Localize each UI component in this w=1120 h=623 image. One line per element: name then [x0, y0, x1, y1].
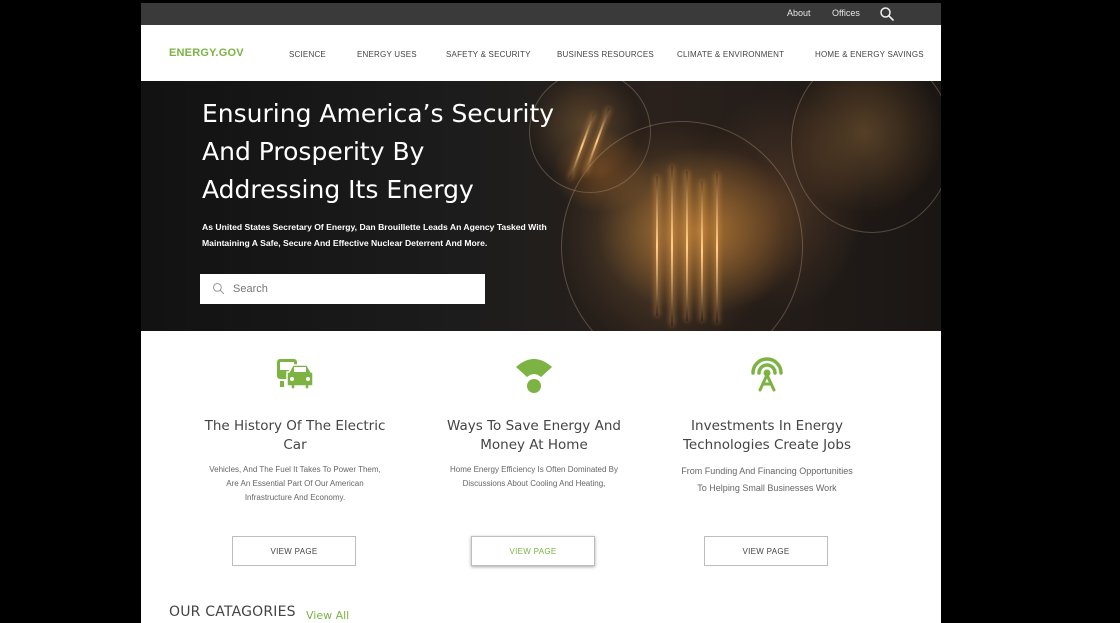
- card-description: Home Energy Efficiency Is Often Dominate…: [450, 465, 618, 488]
- card-title: Investments In Energy Technologies Creat…: [682, 418, 851, 453]
- offices-link[interactable]: Offices: [832, 8, 860, 18]
- nav-item-home-energy-savings[interactable]: HOME & ENERGY SAVINGS: [815, 50, 924, 59]
- nav-item-climate-environment[interactable]: CLIMATE & ENVIRONMENT: [677, 50, 784, 59]
- nav-item-energy-uses[interactable]: ENERGY USES: [357, 50, 417, 59]
- view-page-button[interactable]: VIEW PAGE: [232, 536, 356, 566]
- wifi-icon: [516, 359, 552, 393]
- filament-glow: [656, 176, 658, 316]
- view-page-button[interactable]: VIEW PAGE: [704, 536, 828, 566]
- nav-item-science[interactable]: SCIENCE: [289, 50, 326, 59]
- search-icon: [212, 282, 225, 295]
- hero-search: [200, 274, 485, 304]
- nav-item-safety-security[interactable]: SAFETY & SECURITY: [446, 50, 531, 59]
- filament-glow: [686, 171, 688, 321]
- search-input[interactable]: [233, 274, 473, 304]
- search-icon[interactable]: [879, 6, 895, 22]
- filament-glow: [671, 166, 673, 326]
- card-title: The History Of The Electric Car: [204, 418, 386, 453]
- hero-subtitle: As United States Secretary Of Energy, Da…: [202, 222, 547, 248]
- card-description: Vehicles, And The Fuel It Takes To Power…: [209, 465, 381, 502]
- view-all-link[interactable]: View All: [306, 609, 349, 622]
- brand-logo[interactable]: ENERGY.GOV: [169, 47, 244, 59]
- hero-title: Ensuring America’s Security And Prosperi…: [202, 99, 555, 204]
- card-title: Ways To Save Energy And Money At Home: [447, 418, 621, 453]
- page: About Offices ENERGY.GOV SCIENCE ENERGY …: [141, 3, 941, 623]
- vehicles-icon: [277, 359, 314, 390]
- hero-banner: Ensuring America’s Security And Prosperi…: [141, 81, 941, 331]
- view-page-button[interactable]: VIEW PAGE: [471, 536, 595, 566]
- card-description: From Funding And Financing Opportunities…: [681, 466, 853, 493]
- main-nav: ENERGY.GOV SCIENCE ENERGY USES SAFETY & …: [141, 25, 941, 82]
- categories-heading: OUR CATAGORIES: [169, 604, 296, 620]
- antenna-icon: [751, 357, 783, 392]
- filament-glow: [701, 181, 703, 321]
- about-link[interactable]: About: [787, 8, 811, 18]
- nav-item-business-resources[interactable]: BUSINESS RESOURCES: [557, 50, 654, 59]
- filament-glow: [716, 173, 718, 323]
- bulb-image: [791, 81, 941, 233]
- utility-bar: About Offices: [141, 3, 941, 25]
